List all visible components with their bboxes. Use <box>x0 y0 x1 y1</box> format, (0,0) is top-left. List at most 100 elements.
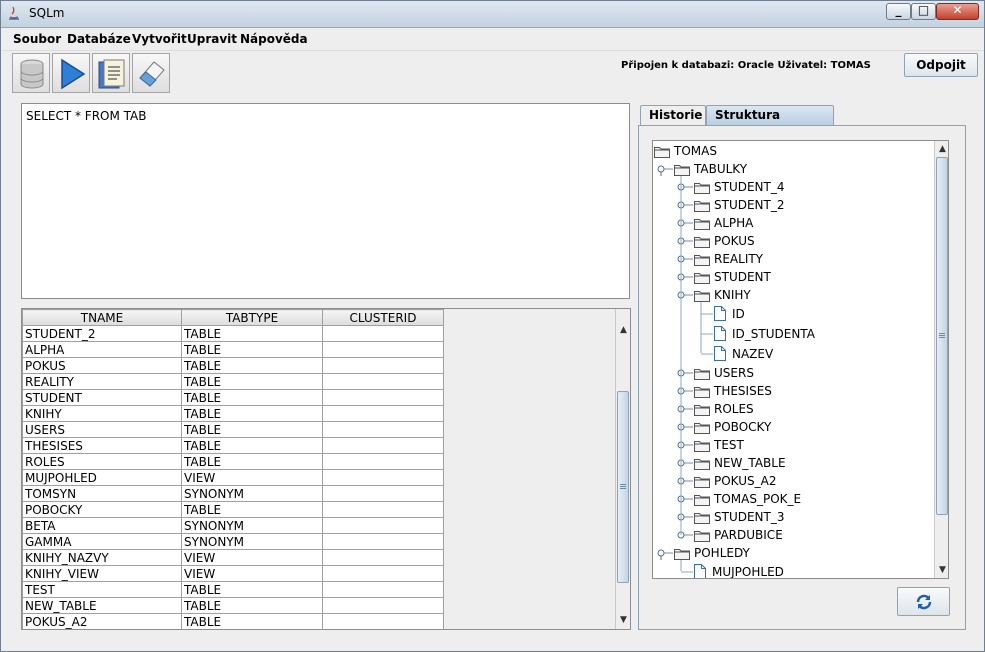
cell-tname[interactable]: USERS <box>22 421 182 438</box>
cell-tabtype[interactable]: TABLE <box>181 613 323 629</box>
cell-clusterid[interactable] <box>322 501 444 518</box>
cell-clusterid[interactable] <box>322 485 444 502</box>
table-row[interactable]: MUJPOHLED VIEW <box>22 469 444 486</box>
cell-clusterid[interactable] <box>322 389 444 406</box>
table-row[interactable]: ALPHA TABLE <box>22 341 444 358</box>
cell-tname[interactable]: KNIHY_VIEW <box>22 565 182 582</box>
cell-tname[interactable]: ROLES <box>22 453 182 470</box>
cell-clusterid[interactable] <box>322 453 444 470</box>
cell-clusterid[interactable] <box>322 581 444 598</box>
cell-clusterid[interactable] <box>322 421 444 438</box>
cell-clusterid[interactable] <box>322 597 444 614</box>
table-row[interactable]: REALITY TABLE <box>22 373 444 390</box>
cell-tname[interactable]: TEST <box>22 581 182 598</box>
column-header-tname[interactable]: TNAME <box>22 309 182 326</box>
table-row[interactable]: KNIHY_VIEW VIEW <box>22 565 444 582</box>
cell-tabtype[interactable]: VIEW <box>181 565 323 582</box>
cell-tabtype[interactable]: VIEW <box>181 469 323 486</box>
table-row[interactable]: NEW_TABLE TABLE <box>22 597 444 614</box>
cell-tname[interactable]: KNIHY <box>22 405 182 422</box>
scroll-down-icon[interactable]: ▼ <box>616 613 630 628</box>
cell-tabtype[interactable]: TABLE <box>181 437 323 454</box>
cell-tname[interactable]: POBOCKY <box>22 501 182 518</box>
cell-clusterid[interactable] <box>322 517 444 534</box>
close-button[interactable]: ✕ <box>936 3 979 20</box>
table-row[interactable]: USERS TABLE <box>22 421 444 438</box>
menu-vytvorit[interactable]: Vytvořit <box>132 32 187 46</box>
cell-tname[interactable]: BETA <box>22 517 182 534</box>
cell-tabtype[interactable]: TABLE <box>181 357 323 374</box>
table-row[interactable]: STUDENT TABLE <box>22 389 444 406</box>
cell-tabtype[interactable]: TABLE <box>181 597 323 614</box>
execute-button[interactable] <box>52 53 90 93</box>
cell-tname[interactable]: KNIHY_NAZVY <box>22 549 182 566</box>
table-row[interactable]: TEST TABLE <box>22 581 444 598</box>
cell-tname[interactable]: POKUS <box>22 357 182 374</box>
clear-button[interactable] <box>132 53 170 93</box>
cell-clusterid[interactable] <box>322 613 444 629</box>
table-row[interactable]: THESISES TABLE <box>22 437 444 454</box>
cell-tabtype[interactable]: VIEW <box>181 549 323 566</box>
cell-clusterid[interactable] <box>322 565 444 582</box>
cell-clusterid[interactable] <box>322 325 444 342</box>
table-row[interactable]: KNIHY_NAZVY VIEW <box>22 549 444 566</box>
menu-soubor[interactable]: Soubor <box>13 32 61 46</box>
results-scrollbar[interactable]: ▲ ▼ <box>615 309 630 629</box>
cell-clusterid[interactable] <box>322 341 444 358</box>
cell-tname[interactable]: TOMSYN <box>22 485 182 502</box>
menu-upravit[interactable]: Upravit <box>187 32 237 46</box>
cell-tname[interactable]: STUDENT_2 <box>22 325 182 342</box>
database-tree[interactable]: TOMAS TABULKY STUDENT_4 STUDENT_2 ALPHA POKUS… <box>652 140 949 579</box>
tree-scrollbar[interactable]: ▲ ▼ <box>934 141 948 578</box>
cell-tname[interactable]: POKUS_A2 <box>22 613 182 629</box>
tree-scroll-up-icon[interactable]: ▲ <box>935 142 948 157</box>
tab-history[interactable]: Historie <box>640 105 706 125</box>
tree-scrollbar-thumb[interactable] <box>936 157 948 515</box>
table-row[interactable]: ROLES TABLE <box>22 453 444 470</box>
cell-tname[interactable]: GAMMA <box>22 533 182 550</box>
cell-tname[interactable]: THESISES <box>22 437 182 454</box>
menu-napoveda[interactable]: Nápověda <box>240 32 308 46</box>
cell-clusterid[interactable] <box>322 533 444 550</box>
cell-tabtype[interactable]: SYNONYM <box>181 485 323 502</box>
table-row[interactable]: POKUS TABLE <box>22 357 444 374</box>
cell-tname[interactable]: MUJPOHLED <box>22 469 182 486</box>
table-row[interactable]: KNIHY TABLE <box>22 405 444 422</box>
cell-tabtype[interactable]: SYNONYM <box>181 533 323 550</box>
tree-scroll-down-icon[interactable]: ▼ <box>935 563 948 578</box>
cell-tabtype[interactable]: SYNONYM <box>181 517 323 534</box>
table-row[interactable]: BETA SYNONYM <box>22 517 444 534</box>
cell-tname[interactable]: ALPHA <box>22 341 182 358</box>
maximize-button[interactable]: □ <box>911 3 936 20</box>
cell-clusterid[interactable] <box>322 373 444 390</box>
cell-tabtype[interactable]: TABLE <box>181 341 323 358</box>
cell-clusterid[interactable] <box>322 405 444 422</box>
column-header-clusterid[interactable]: CLUSTERID <box>322 309 444 326</box>
cell-tabtype[interactable]: TABLE <box>181 453 323 470</box>
cell-clusterid[interactable] <box>322 437 444 454</box>
refresh-button[interactable] <box>897 587 950 616</box>
cell-clusterid[interactable] <box>322 469 444 486</box>
cell-tabtype[interactable]: TABLE <box>181 501 323 518</box>
minimize-button[interactable]: _ <box>886 3 911 20</box>
cell-clusterid[interactable] <box>322 549 444 566</box>
connect-database-button[interactable] <box>12 53 50 93</box>
disconnect-button[interactable]: Odpojit <box>904 53 978 77</box>
table-row[interactable]: STUDENT_2 TABLE <box>22 325 444 342</box>
tab-structure[interactable]: Struktura databáze <box>706 105 834 141</box>
table-row[interactable]: GAMMA SYNONYM <box>22 533 444 550</box>
cell-clusterid[interactable] <box>322 357 444 374</box>
menu-databaze[interactable]: Databáze <box>67 32 131 46</box>
table-row[interactable]: POBOCKY TABLE <box>22 501 444 518</box>
column-header-tabtype[interactable]: TABTYPE <box>181 309 323 326</box>
open-script-button[interactable] <box>92 53 130 93</box>
cell-tabtype[interactable]: TABLE <box>181 373 323 390</box>
cell-tname[interactable]: STUDENT <box>22 389 182 406</box>
cell-tabtype[interactable]: TABLE <box>181 389 323 406</box>
cell-tname[interactable]: REALITY <box>22 373 182 390</box>
table-row[interactable]: POKUS_A2 TABLE <box>22 613 444 629</box>
cell-tabtype[interactable]: TABLE <box>181 581 323 598</box>
sql-editor[interactable]: SELECT * FROM TAB <box>21 103 630 299</box>
cell-tabtype[interactable]: TABLE <box>181 325 323 342</box>
scroll-up-icon[interactable]: ▲ <box>616 323 630 338</box>
